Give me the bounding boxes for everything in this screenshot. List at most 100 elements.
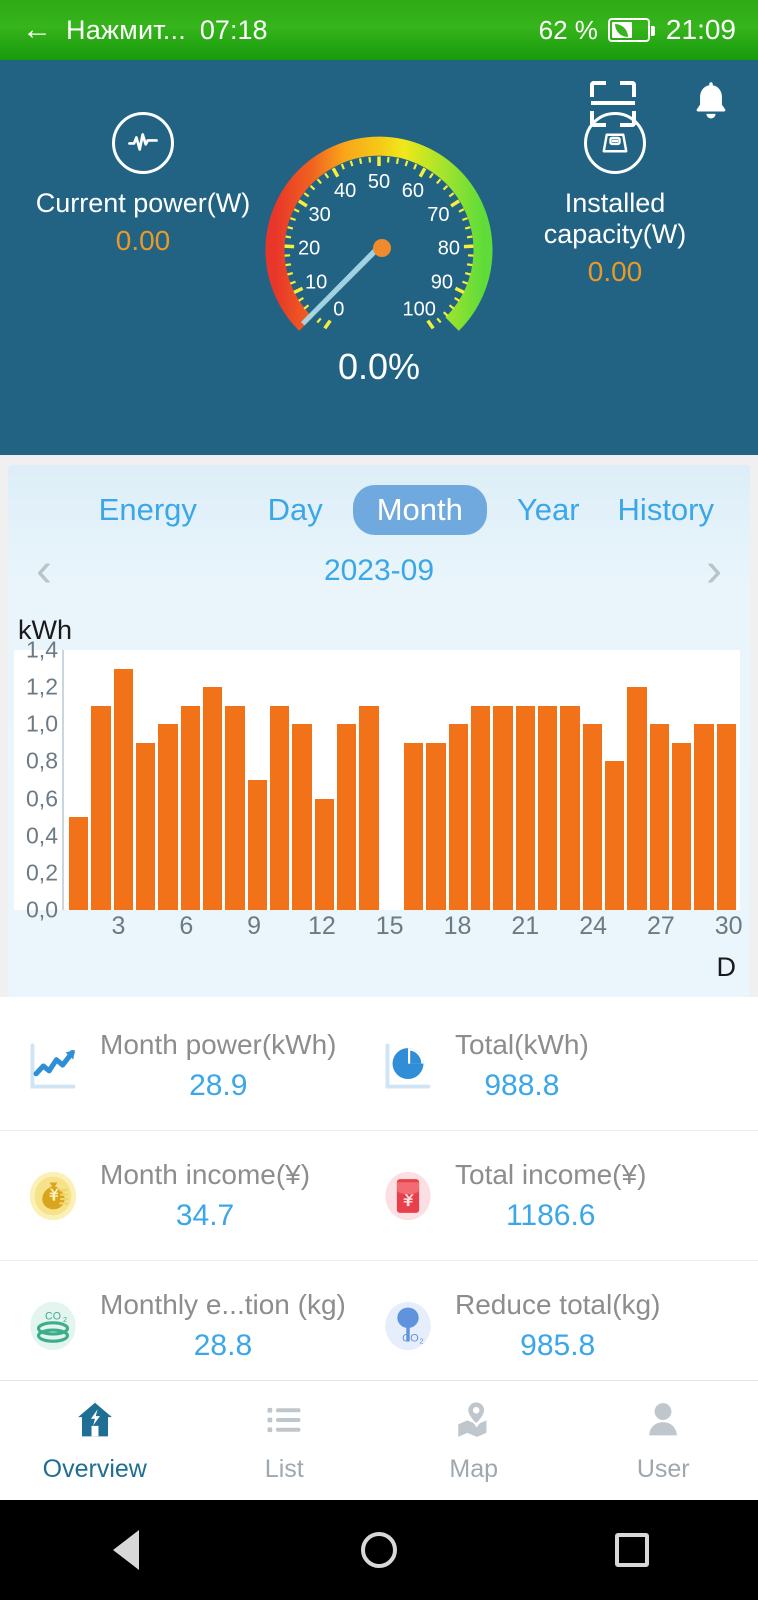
stat-value: 28.8 (193, 1329, 253, 1362)
chart-bar[interactable] (135, 742, 156, 910)
chart-y-unit: kWh (18, 615, 72, 645)
chart-bar[interactable] (69, 817, 89, 910)
date-navigator: ‹ 2023-09 › (8, 543, 750, 601)
chart-bar[interactable] (426, 742, 446, 910)
chart-bar[interactable] (582, 724, 602, 910)
chart-bar[interactable] (91, 705, 111, 910)
status-bar-left: ← Нажмит... 07:18 (22, 15, 539, 46)
tab-year[interactable]: Year (509, 488, 588, 532)
gauge-percent-text: 0.0% (337, 346, 421, 387)
status-app-time: 07:18 (199, 14, 268, 45)
panel-circle-icon (584, 112, 646, 174)
tab-history[interactable]: History (610, 488, 722, 532)
x-tick-label: 3 (111, 912, 126, 940)
chart-bar[interactable] (359, 705, 379, 910)
x-tick-label: 24 (579, 912, 607, 940)
chart-bar[interactable] (336, 724, 357, 910)
installed-capacity-label: Installed capacity(W) (543, 188, 687, 250)
money-bag-icon (24, 1167, 82, 1225)
os-status-bar: ← Нажмит... 07:18 62 % 21:09 (0, 0, 758, 60)
stat-label: Total(kWh) (455, 1028, 589, 1060)
chart-bar[interactable] (225, 705, 245, 910)
chart-bar[interactable] (515, 705, 535, 910)
co2-tree-icon: CO 2 (379, 1297, 437, 1355)
y-tick-label: 1,0 (26, 710, 58, 737)
stat-value: 985.8 (520, 1329, 596, 1362)
chart-bar[interactable] (269, 705, 290, 910)
chart-bar[interactable] (448, 724, 468, 910)
line-chart-icon (24, 1037, 82, 1095)
stat-total-power[interactable]: Total(kWh) 988.8 (379, 1029, 734, 1103)
tab-month[interactable]: Month (352, 485, 487, 535)
stat-month-power[interactable]: Month power(kWh) 28.9 (24, 1029, 379, 1103)
back-arrow-icon[interactable]: ← (22, 15, 52, 45)
x-tick-label: 30 (714, 912, 743, 940)
current-power-value: 0.00 (115, 225, 171, 257)
chevron-left-icon[interactable]: ‹ (36, 547, 52, 595)
stat-reduce-total[interactable]: CO 2 Reduce total(kg) 985.8 (379, 1289, 734, 1363)
energy-tabs: Energy Day Month Year History (8, 465, 750, 543)
y-tick-label: 0,2 (26, 859, 58, 886)
x-tick-label: 6 (179, 912, 194, 940)
pie-chart-icon (379, 1037, 437, 1095)
system-home-icon[interactable] (357, 1528, 401, 1572)
pulse-circle-icon (112, 112, 174, 174)
stat-month-income[interactable]: Month income(¥) 34.7 (24, 1159, 379, 1233)
system-recents-icon[interactable] (610, 1528, 654, 1572)
chart-bar[interactable] (560, 705, 580, 910)
chart-bar[interactable] (649, 724, 669, 910)
chart-bar[interactable] (314, 798, 334, 910)
stat-value: 988.8 (484, 1068, 560, 1102)
battery-eco-icon (607, 18, 655, 42)
svg-text:80: 80 (438, 237, 460, 259)
chart-bar[interactable] (292, 724, 312, 910)
chart-bar[interactable] (716, 724, 736, 910)
system-navigation-bar (0, 1500, 758, 1600)
chart-bar[interactable] (627, 687, 647, 910)
chart-x-unit: D (716, 952, 737, 982)
chevron-right-icon[interactable]: › (706, 547, 722, 595)
chart-bar[interactable] (493, 705, 513, 910)
chart-bar[interactable] (604, 761, 625, 910)
chart-bar[interactable] (694, 724, 714, 910)
chart-bar[interactable] (158, 724, 178, 910)
chart-bar[interactable] (202, 687, 223, 910)
svg-text:20: 20 (298, 237, 320, 259)
nav-item-overview[interactable]: Overview (0, 1398, 190, 1484)
stat-value: 28.9 (189, 1068, 248, 1102)
red-envelope-icon (379, 1167, 437, 1225)
nav-label: User (636, 1454, 690, 1483)
stat-monthly-emission[interactable]: CO 2 Monthly e...tion (kg) 28.8 (24, 1289, 379, 1363)
current-power-label: Current power(W) (35, 188, 251, 218)
nav-label: Overview (42, 1454, 147, 1483)
stat-value: 34.7 (175, 1198, 235, 1232)
svg-text:40: 40 (334, 180, 356, 202)
map-pin-icon (452, 1398, 496, 1447)
chart-bar[interactable] (247, 780, 267, 910)
y-tick-label: 1,4 (26, 636, 58, 663)
chart-bar[interactable] (113, 668, 133, 910)
energy-bar-chart[interactable]: 0,0 0,2 0,4 0,6 0,8 1,0 1,2 1,4 (14, 637, 740, 923)
x-tick-label: 27 (646, 912, 675, 940)
stat-total-income[interactable]: Total income(¥) 1186.6 (379, 1159, 734, 1233)
nav-item-map[interactable]: Map (379, 1398, 569, 1484)
chart-bar[interactable] (470, 705, 491, 910)
nav-label: List (264, 1454, 304, 1483)
list-icon (262, 1398, 306, 1447)
nav-label: Map (449, 1454, 499, 1483)
chart-bar[interactable] (671, 742, 692, 910)
chart-bar[interactable] (537, 705, 558, 910)
stat-label: Total income(¥) (455, 1158, 647, 1190)
chart-y-axis: 0,0 0,2 0,4 0,6 0,8 1,0 1,2 1,4 (14, 637, 62, 923)
chart-bar[interactable] (180, 705, 200, 910)
power-gauge: 0 10 20 30 40 50 60 70 80 90 100 0.0% (254, 126, 504, 387)
system-back-icon[interactable] (104, 1528, 148, 1572)
x-tick-label: 18 (443, 912, 472, 940)
svg-text:70: 70 (427, 204, 449, 226)
tab-day[interactable]: Day (260, 488, 331, 532)
svg-text:CO: CO (402, 1332, 419, 1344)
nav-item-list[interactable]: List (190, 1398, 380, 1484)
chart-bar[interactable] (403, 742, 424, 910)
stat-label: Month power(kWh) (100, 1028, 337, 1060)
nav-item-user[interactable]: User (569, 1398, 758, 1484)
